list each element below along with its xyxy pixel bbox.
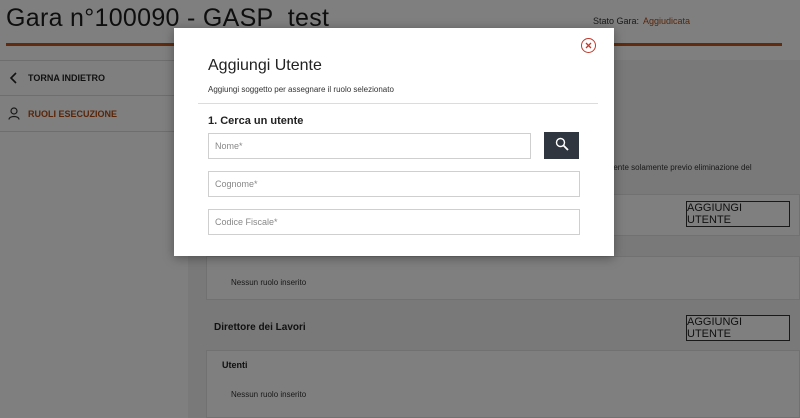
search-step-title: 1. Cerca un utente [208, 115, 304, 127]
close-icon[interactable] [581, 38, 596, 53]
modal-divider [198, 103, 598, 104]
modal-subtitle: Aggiungi soggetto per assegnare il ruolo… [208, 85, 394, 94]
fiscal-code-input[interactable] [208, 209, 580, 235]
name-input[interactable] [208, 133, 531, 159]
search-icon [555, 137, 569, 154]
modal-title: Aggiungi Utente [208, 57, 322, 74]
surname-input[interactable] [208, 171, 580, 197]
search-button[interactable] [544, 132, 579, 159]
add-user-modal: Aggiungi Utente Aggiungi soggetto per as… [174, 28, 614, 256]
